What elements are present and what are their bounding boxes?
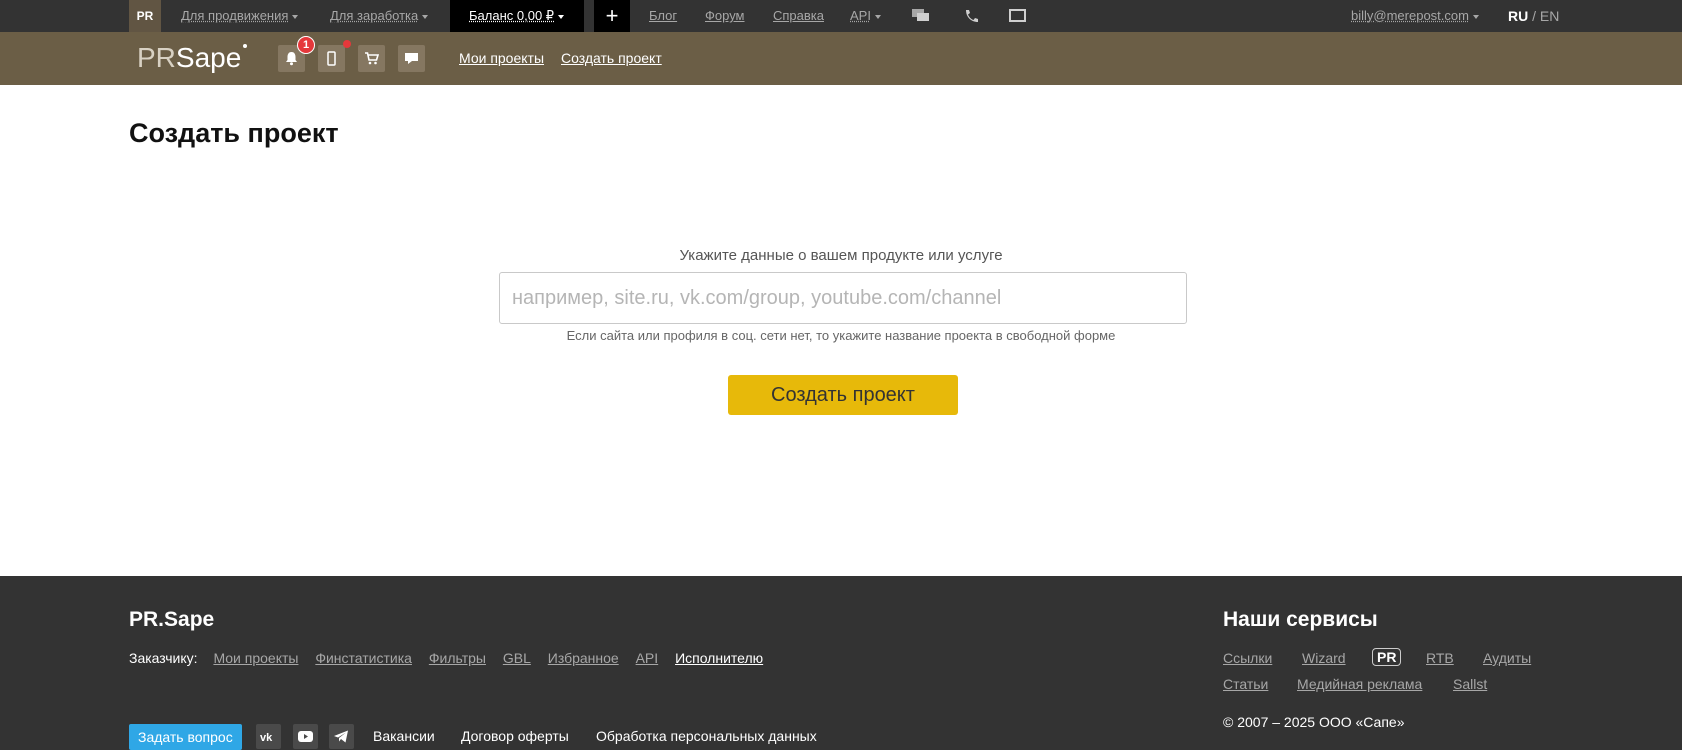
telegram-icon bbox=[334, 730, 348, 743]
footer-link-favorites[interactable]: Избранное bbox=[548, 650, 619, 666]
monitor-icon[interactable] bbox=[1008, 8, 1028, 24]
footer-offer-link[interactable]: Договор оферты bbox=[461, 728, 569, 744]
cart-icon bbox=[365, 52, 379, 65]
notification-count-badge: 1 bbox=[297, 36, 315, 54]
footer-link-filters[interactable]: Фильтры bbox=[429, 650, 486, 666]
promo-menu[interactable]: Для продвижения bbox=[181, 8, 299, 23]
vk-icon: vk bbox=[260, 732, 273, 744]
phone-icon[interactable] bbox=[962, 8, 982, 24]
page-title: Создать проект bbox=[129, 118, 339, 148]
lang-ru[interactable]: RU bbox=[1508, 8, 1528, 24]
api-menu-label: API bbox=[850, 8, 871, 23]
services-title: Наши сервисы bbox=[1223, 608, 1378, 631]
bell-icon bbox=[286, 52, 297, 66]
footer-link-gbl[interactable]: GBL bbox=[503, 650, 531, 666]
footer-brand: PR.Sape bbox=[129, 608, 215, 631]
chat-bubbles-icon[interactable] bbox=[911, 8, 931, 24]
footer-personal-data-link[interactable]: Обработка персональных данных bbox=[596, 728, 817, 744]
forum-link[interactable]: Форум bbox=[705, 8, 745, 23]
chevron-down-icon bbox=[1472, 14, 1479, 19]
logo-pr-text: PR bbox=[137, 42, 176, 73]
svg-text:vk: vk bbox=[260, 732, 273, 744]
nav-my-projects[interactable]: Мои проекты bbox=[459, 50, 544, 66]
footer-link-performer[interactable]: Исполнителю bbox=[675, 650, 763, 666]
youtube-link[interactable] bbox=[293, 724, 318, 749]
service-links[interactable]: Ссылки bbox=[1223, 650, 1272, 666]
chevron-down-icon bbox=[292, 14, 299, 19]
service-wizard[interactable]: Wizard bbox=[1302, 650, 1346, 666]
earn-menu-label: Для заработка bbox=[330, 8, 419, 23]
telegram-link[interactable] bbox=[329, 724, 354, 749]
footer-customer-links: Заказчику: Мои проекты Финстатистика Фил… bbox=[129, 650, 776, 666]
logo-sape-text: Sape bbox=[175, 42, 242, 73]
service-sallst[interactable]: Sallst bbox=[1453, 676, 1487, 692]
service-articles[interactable]: Статьи bbox=[1223, 676, 1268, 692]
footer-link-api[interactable]: API bbox=[636, 650, 659, 666]
service-rtb[interactable]: RTB bbox=[1426, 650, 1454, 666]
vk-link[interactable]: vk bbox=[256, 724, 281, 749]
project-url-input[interactable] bbox=[499, 272, 1187, 324]
blog-link[interactable]: Блог bbox=[649, 8, 677, 23]
footer-link-my-projects[interactable]: Мои проекты bbox=[213, 650, 298, 666]
lang-en[interactable]: EN bbox=[1540, 8, 1559, 24]
messages-button[interactable] bbox=[398, 45, 425, 72]
logo-dot bbox=[243, 44, 248, 48]
chevron-down-icon bbox=[558, 14, 565, 19]
mobile-app-button[interactable] bbox=[318, 45, 345, 72]
nav-create-project[interactable]: Создать проект bbox=[561, 50, 662, 66]
lang-separator: / bbox=[1528, 8, 1540, 24]
earn-menu[interactable]: Для заработка bbox=[330, 8, 429, 23]
help-link[interactable]: Справка bbox=[773, 8, 824, 23]
project-input-label: Укажите данные о вашем продукте или услу… bbox=[679, 247, 1003, 264]
project-input-hint: Если сайта или профиля в соц. сети нет, … bbox=[566, 328, 1116, 343]
service-audits[interactable]: Аудиты bbox=[1483, 650, 1531, 666]
mobile-icon bbox=[327, 51, 336, 66]
footer-link-finstat[interactable]: Финстатистика bbox=[315, 650, 412, 666]
promo-menu-label: Для продвижения bbox=[181, 8, 289, 23]
balance-menu[interactable]: Баланс 0,00 ₽ bbox=[450, 0, 584, 32]
api-menu[interactable]: API bbox=[850, 8, 881, 23]
chevron-down-icon bbox=[422, 14, 429, 19]
prsape-logo[interactable]: PRSape bbox=[137, 42, 248, 74]
pr-service-badge[interactable]: PR bbox=[129, 0, 161, 32]
top-bar: PR Для продвижения Для заработка Баланс … bbox=[0, 0, 1682, 32]
copyright: © 2007 – 2025 ООО «Сапе» bbox=[1223, 714, 1405, 730]
customer-label: Заказчику: bbox=[129, 650, 198, 666]
mobile-alert-dot bbox=[343, 40, 351, 48]
user-account-menu[interactable]: billy@merepost.com bbox=[1351, 8, 1479, 23]
user-email: billy@merepost.com bbox=[1351, 8, 1469, 23]
chevron-down-icon bbox=[874, 14, 881, 19]
youtube-icon bbox=[298, 731, 313, 742]
language-switcher: RU / EN bbox=[1508, 8, 1559, 24]
main-navbar: PRSape Мои проекты Создать проект bbox=[0, 32, 1682, 85]
service-media-ads[interactable]: Медийная реклама bbox=[1297, 676, 1422, 692]
footer: PR.Sape Заказчику: Мои проекты Финстатис… bbox=[0, 576, 1682, 750]
add-funds-button[interactable]: + bbox=[594, 0, 630, 32]
create-project-button[interactable]: Создать проект bbox=[728, 375, 958, 415]
balance-value: Баланс 0,00 ₽ bbox=[469, 8, 555, 23]
cart-button[interactable] bbox=[358, 45, 385, 72]
footer-vacancies-link[interactable]: Вакансии bbox=[373, 728, 435, 744]
service-pr[interactable]: PR bbox=[1372, 648, 1402, 666]
chat-icon bbox=[405, 53, 418, 64]
ask-question-button[interactable]: Задать вопрос bbox=[129, 724, 242, 750]
